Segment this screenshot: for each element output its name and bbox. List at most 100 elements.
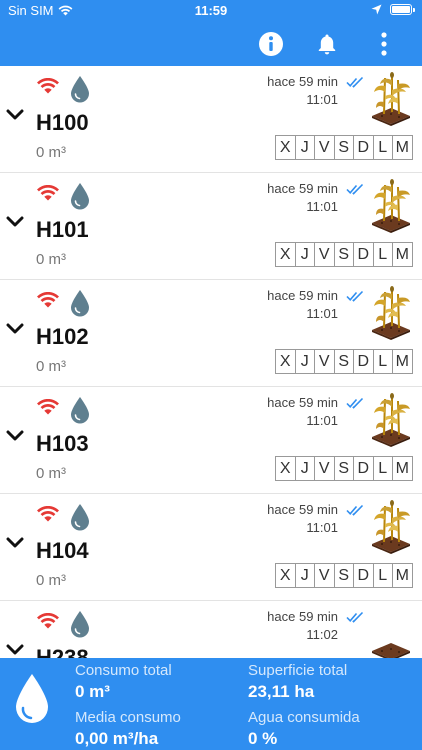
- hydrant-row[interactable]: H102 0 m³ hace 59 min 11:01 X J V S D L M: [0, 280, 422, 387]
- water-drop-icon: [70, 503, 90, 536]
- crop-plot-icon: [368, 177, 414, 238]
- weekday-cell[interactable]: X: [275, 242, 296, 267]
- weekday-cell[interactable]: M: [392, 349, 413, 374]
- weekday-cell[interactable]: V: [314, 135, 335, 160]
- double-check-icon: [346, 289, 364, 307]
- weekday-cell[interactable]: X: [275, 135, 296, 160]
- hydrant-name: H102: [36, 324, 89, 349]
- weekday-cell[interactable]: J: [294, 456, 315, 481]
- last-update-time: 11:01: [306, 92, 338, 107]
- crop-plot-icon: [368, 605, 414, 658]
- hydrant-volume: 0 m³: [36, 465, 66, 482]
- wifi-signal-icon: [36, 398, 60, 420]
- weekday-selector: XJVSDLM: [275, 135, 413, 160]
- weekday-cell[interactable]: J: [294, 135, 315, 160]
- water-drop-icon: [16, 674, 48, 723]
- hydrant-row[interactable]: H104 0 m³ hace 59 min 11:01 X J V S D L M: [0, 494, 422, 601]
- weekday-cell[interactable]: J: [294, 563, 315, 588]
- notifications-button[interactable]: [313, 30, 341, 58]
- weekday-cell[interactable]: L: [372, 456, 393, 481]
- weekday-cell[interactable]: L: [372, 242, 393, 267]
- wifi-signal-icon: [36, 505, 60, 527]
- total-consumption-value: 0 m³: [75, 682, 110, 701]
- last-update-ago: hace 59 min: [267, 181, 338, 196]
- weekday-cell[interactable]: X: [275, 563, 296, 588]
- hydrant-name: H103: [36, 431, 89, 456]
- weekday-cell[interactable]: X: [275, 349, 296, 374]
- more-vert-icon: [381, 32, 387, 56]
- wifi-signal-icon: [36, 291, 60, 313]
- last-update-ago: hace 59 min: [267, 502, 338, 517]
- last-update-time: 11:02: [306, 627, 338, 642]
- water-drop-icon: [70, 289, 90, 322]
- expand-chevron-icon[interactable]: [6, 536, 24, 554]
- hydrant-name: H101: [36, 217, 89, 242]
- weekday-cell[interactable]: M: [392, 563, 413, 588]
- more-menu-button[interactable]: [370, 30, 398, 58]
- weekday-cell[interactable]: D: [353, 135, 374, 160]
- hydrant-volume: 0 m³: [36, 358, 66, 375]
- weekday-cell[interactable]: L: [372, 563, 393, 588]
- water-drop-icon: [70, 75, 90, 108]
- hydrant-volume: 0 m³: [36, 144, 66, 161]
- double-check-icon: [346, 610, 364, 628]
- weekday-cell[interactable]: V: [314, 563, 335, 588]
- double-check-icon: [346, 182, 364, 200]
- hydrant-name: H104: [36, 538, 89, 563]
- weekday-cell[interactable]: D: [353, 349, 374, 374]
- weekday-cell[interactable]: D: [353, 563, 374, 588]
- battery-icon: [390, 4, 415, 15]
- last-update-time: 11:01: [306, 199, 338, 214]
- hydrant-name: H100: [36, 110, 89, 135]
- weekday-cell[interactable]: V: [314, 456, 335, 481]
- hydrant-volume: 0 m³: [36, 251, 66, 268]
- wifi-signal-icon: [36, 77, 60, 99]
- water-used-label: Agua consumida: [248, 709, 360, 726]
- weekday-cell[interactable]: S: [333, 456, 354, 481]
- weekday-cell[interactable]: D: [353, 242, 374, 267]
- water-drop-icon: [70, 182, 90, 215]
- weekday-cell[interactable]: S: [333, 135, 354, 160]
- weekday-cell[interactable]: S: [333, 242, 354, 267]
- water-drop-icon: [70, 396, 90, 429]
- weekday-cell[interactable]: J: [294, 242, 315, 267]
- weekday-cell[interactable]: S: [333, 563, 354, 588]
- weekday-cell[interactable]: M: [392, 135, 413, 160]
- weekday-cell[interactable]: J: [294, 349, 315, 374]
- location-arrow-icon: [371, 4, 382, 15]
- hydrant-row[interactable]: H103 0 m³ hace 59 min 11:01 X J V S D L M: [0, 387, 422, 494]
- app-bar: [0, 22, 422, 66]
- weekday-cell[interactable]: D: [353, 456, 374, 481]
- water-drop-icon: [70, 610, 90, 643]
- crop-plot-icon: [368, 391, 414, 452]
- weekday-cell[interactable]: V: [314, 349, 335, 374]
- crop-plot-icon: [368, 498, 414, 559]
- last-update-time: 11:01: [306, 306, 338, 321]
- last-update-time: 11:01: [306, 413, 338, 428]
- expand-chevron-icon[interactable]: [6, 322, 24, 340]
- weekday-cell[interactable]: M: [392, 242, 413, 267]
- crop-plot-icon: [368, 284, 414, 345]
- hydrant-list: H100 0 m³ hace 59 min 11:01 X J V S D L M H101 0 m³ h…: [0, 66, 422, 658]
- weekday-cell[interactable]: X: [275, 456, 296, 481]
- double-check-icon: [346, 396, 364, 414]
- expand-chevron-icon[interactable]: [6, 215, 24, 233]
- weekday-selector: XJVSDLM: [275, 563, 413, 588]
- weekday-cell[interactable]: M: [392, 456, 413, 481]
- weekday-cell[interactable]: L: [372, 349, 393, 374]
- last-update-ago: hace 59 min: [267, 288, 338, 303]
- weekday-cell[interactable]: L: [372, 135, 393, 160]
- hydrant-row[interactable]: H100 0 m³ hace 59 min 11:01 X J V S D L M: [0, 66, 422, 173]
- double-check-icon: [346, 503, 364, 521]
- hydrant-row[interactable]: H238 hace 59 min 11:02: [0, 601, 422, 658]
- expand-chevron-icon[interactable]: [6, 429, 24, 447]
- expand-chevron-icon[interactable]: [6, 108, 24, 126]
- expand-chevron-icon[interactable]: [6, 643, 24, 658]
- weekday-cell[interactable]: S: [333, 349, 354, 374]
- hydrant-volume: 0 m³: [36, 572, 66, 589]
- double-check-icon: [346, 75, 364, 93]
- info-button[interactable]: [257, 30, 285, 58]
- weekday-cell[interactable]: V: [314, 242, 335, 267]
- wifi-signal-icon: [36, 184, 60, 206]
- hydrant-row[interactable]: H101 0 m³ hace 59 min 11:01 X J V S D L M: [0, 173, 422, 280]
